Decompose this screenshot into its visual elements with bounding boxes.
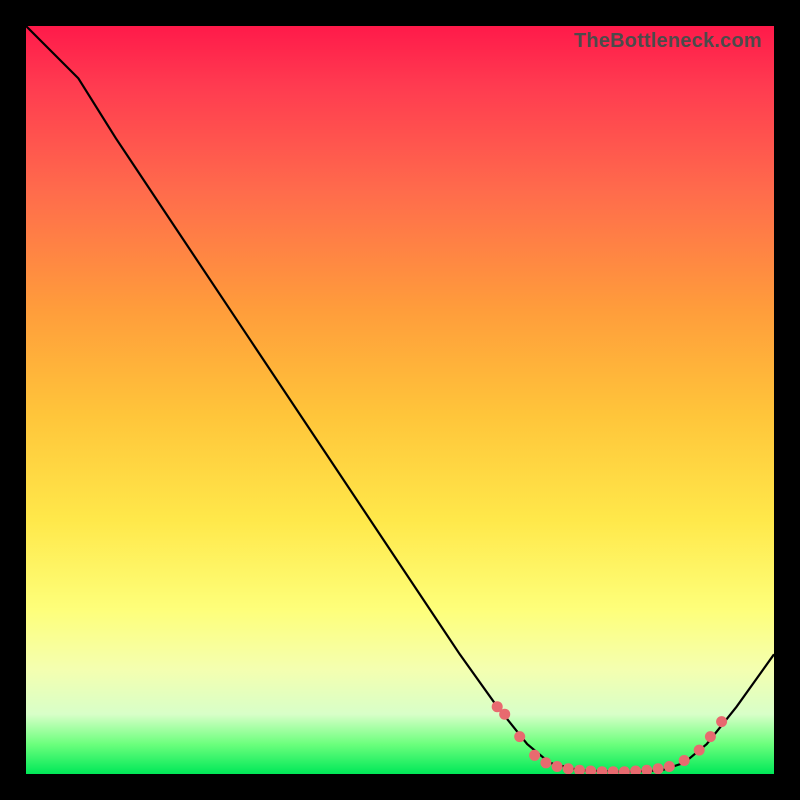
sample-dot xyxy=(563,763,574,774)
sample-dot xyxy=(529,750,540,761)
chart-plot-area: TheBottleneck.com xyxy=(26,26,774,774)
sample-dot xyxy=(694,745,705,756)
sample-dot xyxy=(499,709,510,720)
sample-dot xyxy=(641,765,652,774)
sample-dot xyxy=(716,716,727,727)
sample-dot xyxy=(552,761,563,772)
sample-dot xyxy=(679,755,690,766)
sample-dot xyxy=(574,765,585,774)
sample-dot xyxy=(619,766,630,774)
sample-dot xyxy=(597,766,608,774)
bottleneck-curve-chart xyxy=(26,26,774,774)
sample-dots-group xyxy=(492,701,727,774)
curve-line xyxy=(26,26,774,772)
sample-dot xyxy=(540,757,551,768)
sample-dot xyxy=(705,731,716,742)
sample-dot xyxy=(664,761,675,772)
sample-dot xyxy=(608,766,619,774)
sample-dot xyxy=(653,763,664,774)
sample-dot xyxy=(630,766,641,775)
sample-dot xyxy=(514,731,525,742)
sample-dot xyxy=(585,766,596,775)
